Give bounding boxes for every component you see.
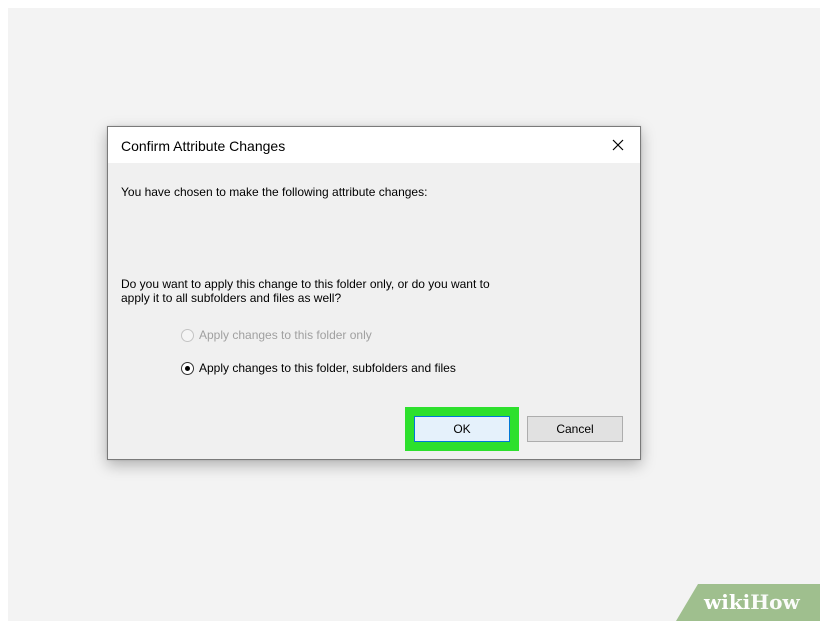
radio-option-folder-subfolders-files[interactable]: Apply changes to this folder, subfolders… [181, 360, 456, 376]
wikihow-logo-text: wikiHow [704, 590, 800, 614]
intro-text: You have chosen to make the following at… [121, 185, 428, 199]
radio-label-folder-only: Apply changes to this folder only [199, 328, 372, 342]
wikihow-logo-how: How [750, 590, 800, 614]
ok-button[interactable]: OK [414, 416, 510, 442]
dialog-title: Confirm Attribute Changes [121, 138, 286, 154]
radio-dot [185, 365, 190, 371]
radio-button-selected[interactable] [181, 361, 194, 375]
confirm-attribute-changes-dialog: Confirm Attribute Changes You have chose… [107, 126, 641, 460]
wikihow-watermark: wikiHow [676, 584, 820, 621]
cancel-button[interactable]: Cancel [527, 416, 623, 442]
radio-label-folder-subfolders-files: Apply changes to this folder, subfolders… [199, 361, 456, 375]
dialog-titlebar: Confirm Attribute Changes [108, 127, 640, 163]
question-line-2: apply it to all subfolders and files as … [121, 291, 342, 305]
wikihow-logo-wiki: wiki [704, 590, 751, 614]
close-button[interactable] [596, 127, 640, 163]
question-text: Do you want to apply this change to this… [121, 277, 490, 305]
close-icon [612, 139, 624, 151]
question-line-1: Do you want to apply this change to this… [121, 277, 490, 291]
radio-option-folder-only[interactable]: Apply changes to this folder only [181, 327, 372, 343]
radio-button-unselected[interactable] [181, 328, 194, 342]
